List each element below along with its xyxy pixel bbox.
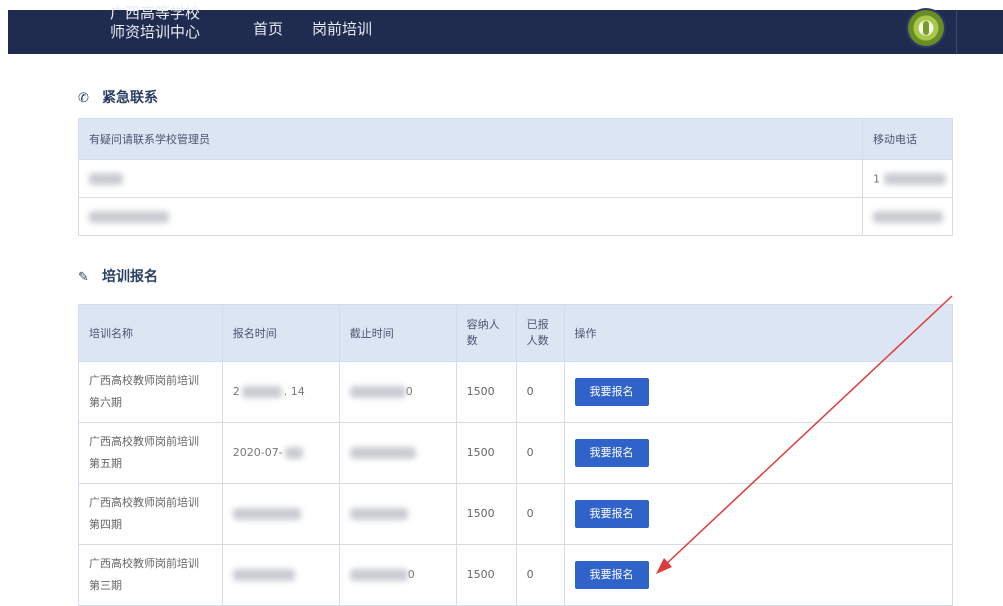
- start-time-cell: [221, 544, 340, 606]
- redacted-text: [349, 447, 416, 459]
- column-header-end: 截止时间: [338, 304, 457, 362]
- edit-icon: ✎: [78, 270, 89, 285]
- capacity-cell: 1500: [455, 483, 517, 545]
- end-time-cell: [338, 422, 457, 484]
- end-time-cell: [338, 483, 457, 545]
- phone-fragment: 1: [873, 172, 880, 186]
- contact-name-cell: [78, 159, 863, 198]
- enrolled-cell: 0: [515, 361, 565, 423]
- column-header-name: 培训名称: [78, 304, 223, 362]
- contact-table-header: 有疑问请联系学校管理员 移动电话: [78, 118, 953, 160]
- capacity-cell: 1500: [455, 544, 517, 606]
- column-header-enrolled: 已报人数: [515, 304, 565, 362]
- action-cell: 我要报名: [563, 544, 954, 606]
- brand-line-1: 广西高等学校: [110, 4, 201, 22]
- redacted-text: [884, 172, 946, 185]
- phone-icon: ✆: [78, 91, 89, 106]
- table-row: 广西高校教师岗前培训第四期 1500 0 我要报名: [78, 483, 954, 545]
- end-tail: 0: [407, 568, 415, 581]
- contact-section-title: ✆ 紧急联系: [78, 87, 158, 107]
- site-logo-text[interactable]: 广西高等学校 师资培训中心: [110, 4, 200, 42]
- column-header-capacity: 容纳人数: [455, 304, 517, 362]
- table-row: 广西高校教师岗前培训第三期 0 1500 0 我要报名: [78, 544, 954, 606]
- capacity-cell: 1500: [455, 422, 517, 484]
- redacted-text: [349, 508, 408, 520]
- column-header-start: 报名时间: [221, 304, 340, 362]
- contact-title-text: 紧急联系: [102, 90, 158, 106]
- column-header-admin: 有疑问请联系学校管理员: [78, 118, 863, 160]
- nav-home[interactable]: 首页: [253, 18, 283, 39]
- training-title-text: 培训报名: [102, 269, 158, 285]
- table-row: [78, 197, 953, 236]
- column-header-action: 操作: [563, 304, 954, 362]
- redacted-text: [241, 386, 282, 398]
- redacted-text: [349, 386, 406, 398]
- signup-button[interactable]: 我要报名: [574, 561, 649, 589]
- redacted-text: [873, 211, 943, 223]
- start-time-cell: 2 . 14: [221, 361, 340, 423]
- action-cell: 我要报名: [563, 361, 954, 423]
- training-section-title: ✎ 培训报名: [78, 266, 158, 286]
- header-divider: [956, 10, 957, 54]
- end-time-cell: 0: [338, 544, 457, 606]
- capacity-cell: 1500: [455, 361, 517, 423]
- nav-pre-service-training[interactable]: 岗前培训: [312, 18, 372, 39]
- end-time-cell: 0: [338, 361, 457, 423]
- signup-button[interactable]: 我要报名: [574, 439, 649, 467]
- enrolled-cell: 0: [515, 544, 565, 606]
- table-row: 1: [78, 159, 953, 198]
- brand-line-2: 师资培训中心: [110, 23, 201, 41]
- start-fragment: 2: [232, 385, 240, 398]
- contact-phone-cell: [862, 197, 953, 236]
- redacted-text: [349, 569, 408, 581]
- action-cell: 我要报名: [563, 422, 954, 484]
- training-table: 培训名称 报名时间 截止时间 容纳人数 已报人数 操作 广西高校教师岗前培训第六…: [78, 304, 954, 606]
- contact-table: 有疑问请联系学校管理员 移动电话 1: [78, 118, 953, 236]
- redacted-text: [89, 211, 169, 223]
- user-avatar[interactable]: [908, 10, 944, 46]
- training-name-cell: 广西高校教师岗前培训第六期: [78, 361, 223, 423]
- start-time-cell: 2020-07-: [221, 422, 340, 484]
- top-navbar: 广西高等学校 师资培训中心 首页 岗前培训: [8, 4, 1003, 54]
- enrolled-cell: 0: [515, 422, 565, 484]
- redacted-text: [232, 508, 301, 520]
- table-row: 广西高校教师岗前培训第六期 2 . 14 0 1500 0 我要报名: [78, 361, 954, 423]
- table-row: 广西高校教师岗前培训第五期 2020-07- 1500 0 我要报名: [78, 422, 954, 484]
- training-table-header: 培训名称 报名时间 截止时间 容纳人数 已报人数 操作: [78, 304, 954, 362]
- action-cell: 我要报名: [563, 483, 954, 545]
- signup-button[interactable]: 我要报名: [574, 378, 649, 406]
- contact-name-cell: [78, 197, 863, 236]
- start-time-cell: [221, 483, 340, 545]
- redacted-text: [232, 569, 295, 581]
- training-name-cell: 广西高校教师岗前培训第四期: [78, 483, 223, 545]
- training-name-cell: 广西高校教师岗前培训第三期: [78, 544, 223, 606]
- column-header-mobile: 移动电话: [862, 118, 953, 160]
- signup-button[interactable]: 我要报名: [574, 500, 649, 528]
- contact-phone-cell: 1: [862, 159, 953, 198]
- training-name-cell: 广西高校教师岗前培训第五期: [78, 422, 223, 484]
- enrolled-cell: 0: [515, 483, 565, 545]
- start-tail: . 14: [283, 385, 305, 398]
- end-tail: 0: [405, 385, 413, 398]
- redacted-text: [284, 447, 303, 459]
- start-fragment: 2020-07-: [232, 446, 283, 459]
- redacted-text: [89, 173, 123, 185]
